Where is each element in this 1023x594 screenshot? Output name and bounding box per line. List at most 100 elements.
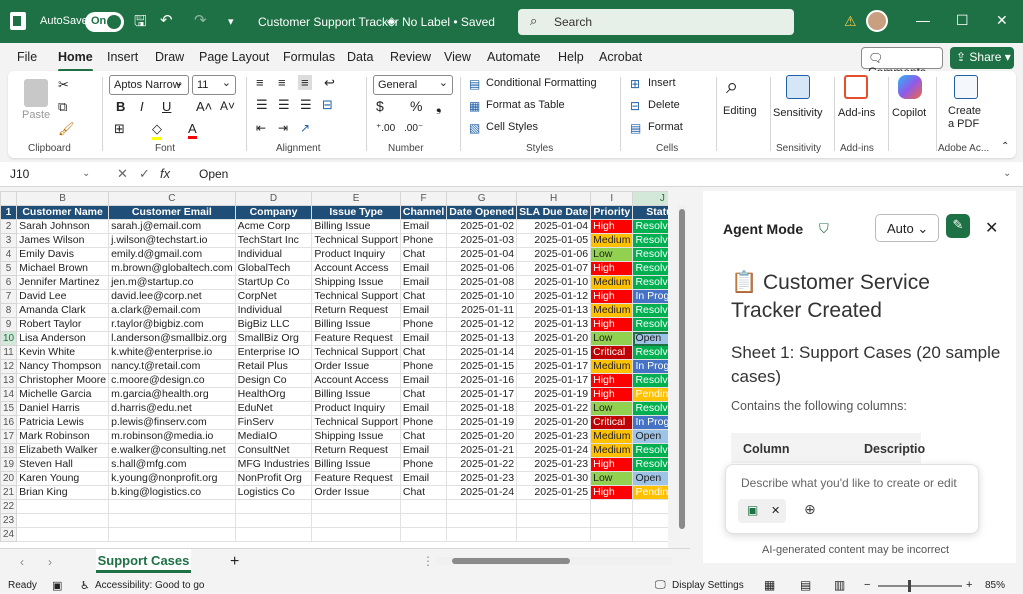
cell[interactable]: Technical Support [311, 345, 401, 360]
cell[interactable]: sarah.j@email.com [108, 219, 236, 234]
cell[interactable]: Resolved [632, 219, 668, 234]
page-break-view-icon[interactable]: ▥ [834, 578, 845, 592]
format-as-table-button[interactable]: Format as Table [486, 99, 565, 111]
cell[interactable]: NonProfit Org [234, 471, 313, 486]
cell[interactable]: HealthOrg [234, 387, 313, 402]
cell[interactable]: k.white@enterprise.io [108, 345, 236, 360]
row-number[interactable]: 9 [0, 317, 18, 332]
decrease-font-icon[interactable]: A˅ [220, 99, 235, 113]
cell[interactable]: Mark Robinson [16, 429, 110, 444]
cell[interactable]: Open [632, 429, 668, 444]
cell[interactable]: Critical [590, 345, 634, 360]
mode-dropdown[interactable]: Auto ⌄ [875, 214, 939, 242]
cell[interactable]: Brian King [16, 485, 110, 500]
cell[interactable]: Patricia Lewis [16, 415, 110, 430]
cell[interactable]: Daniel Harris [16, 401, 110, 416]
row-number[interactable]: 5 [0, 261, 18, 276]
percent-icon[interactable]: % [410, 98, 422, 114]
cell[interactable]: Resolved [632, 317, 668, 332]
row-number[interactable]: 11 [0, 345, 18, 360]
paste-label[interactable]: Paste [22, 109, 50, 121]
copy-icon[interactable]: ⧉ [58, 99, 67, 115]
cell[interactable]: p.lewis@finserv.com [108, 415, 236, 430]
close-icon[interactable]: ✕ [996, 12, 1008, 29]
column-title[interactable]: Customer Name [16, 205, 110, 220]
cell[interactable]: 2025-01-20 [516, 331, 592, 346]
cell[interactable]: m.garcia@health.org [108, 387, 236, 402]
row-number[interactable]: 21 [0, 485, 18, 500]
cell[interactable]: Retail Plus [234, 359, 313, 374]
cell[interactable]: Resolved [632, 247, 668, 262]
fill-color-icon[interactable]: ◇ [152, 121, 162, 140]
row-number[interactable]: 22 [0, 499, 18, 514]
more-sheets-icon[interactable]: ⋮ [422, 554, 434, 568]
cell[interactable] [311, 499, 401, 514]
add-sheet-icon[interactable]: + [230, 553, 239, 571]
cell[interactable]: Low [590, 247, 634, 262]
cell[interactable]: Phone [399, 233, 448, 248]
cell[interactable]: 2025-01-22 [516, 401, 592, 416]
italic-icon[interactable]: I [140, 99, 144, 114]
cell[interactable]: MediaIO [234, 429, 313, 444]
cell[interactable]: 2025-01-02 [446, 219, 518, 234]
addins-icon[interactable] [844, 75, 868, 99]
cell[interactable]: EduNet [234, 401, 313, 416]
cell[interactable]: Feature Request [311, 331, 401, 346]
cell[interactable]: d.harris@edu.net [108, 401, 236, 416]
cell[interactable] [446, 527, 518, 542]
cell[interactable]: Nancy Thompson [16, 359, 110, 374]
cell[interactable]: Medium [590, 443, 634, 458]
addins-button[interactable]: Add-ins [838, 107, 875, 119]
cell[interactable]: Individual [234, 303, 313, 318]
cell[interactable]: Design Co [234, 373, 313, 388]
cell[interactable]: j.wilson@techstart.io [108, 233, 236, 248]
cell[interactable]: Steven Hall [16, 457, 110, 472]
copilot-icon[interactable] [898, 75, 922, 99]
cell[interactable]: Pending [632, 387, 668, 402]
next-sheet-icon[interactable]: › [48, 555, 52, 569]
cell[interactable]: Medium [590, 233, 634, 248]
menu-draw[interactable]: Draw [155, 50, 184, 64]
delete-button[interactable]: Delete [648, 99, 680, 111]
cell[interactable]: Resolved [632, 401, 668, 416]
cell[interactable]: Elizabeth Walker [16, 443, 110, 458]
cell[interactable]: Open [632, 471, 668, 486]
cell[interactable]: 2025-01-07 [516, 261, 592, 276]
customize-toolbar-icon[interactable]: ▾ [228, 15, 234, 28]
cell[interactable]: Technical Support [311, 415, 401, 430]
column-title[interactable]: Status [632, 205, 668, 220]
font-name-dropdown[interactable]: Aptos Narrow [109, 75, 189, 95]
cell[interactable]: 2025-01-12 [516, 289, 592, 304]
cell[interactable]: Medium [590, 429, 634, 444]
chat-input-box[interactable]: Describe what you'd like to create or ed… [725, 464, 979, 534]
zoom-slider[interactable] [878, 585, 962, 587]
column-title[interactable]: SLA Due Date [516, 205, 592, 220]
cell[interactable]: Medium [590, 275, 634, 290]
menu-view[interactable]: View [444, 50, 471, 64]
insert-function-icon[interactable]: fx [160, 166, 170, 181]
row-number[interactable]: 10 [0, 331, 18, 346]
enter-icon[interactable]: ✓ [139, 166, 150, 182]
cell[interactable]: 2025-01-06 [516, 247, 592, 262]
cell[interactable] [516, 527, 592, 542]
menu-file[interactable]: File [17, 50, 37, 64]
cancel-icon[interactable]: ✕ [117, 166, 128, 182]
cell[interactable]: Open [632, 331, 668, 346]
cell[interactable]: 2025-01-24 [446, 485, 518, 500]
menu-automate[interactable]: Automate [487, 50, 541, 64]
cell[interactable]: jen.m@startup.co [108, 275, 236, 290]
globe-icon[interactable]: ⊕ [804, 501, 816, 518]
format-painter-icon[interactable]: 🖌 [58, 121, 75, 137]
wrap-text-icon[interactable]: ↩ [324, 75, 335, 91]
comments-button[interactable]: 🗨 Comments [861, 47, 943, 79]
cell[interactable]: 2025-01-19 [516, 387, 592, 402]
cell[interactable]: Billing Issue [311, 387, 401, 402]
cell[interactable]: James Wilson [16, 233, 110, 248]
cell[interactable] [590, 527, 634, 542]
menu-insert[interactable]: Insert [107, 50, 138, 64]
row-number[interactable]: 3 [0, 233, 18, 248]
cell[interactable] [234, 513, 313, 528]
row-number[interactable]: 24 [0, 527, 18, 542]
cell[interactable]: 2025-01-04 [516, 219, 592, 234]
underline-icon[interactable]: U [162, 99, 171, 114]
